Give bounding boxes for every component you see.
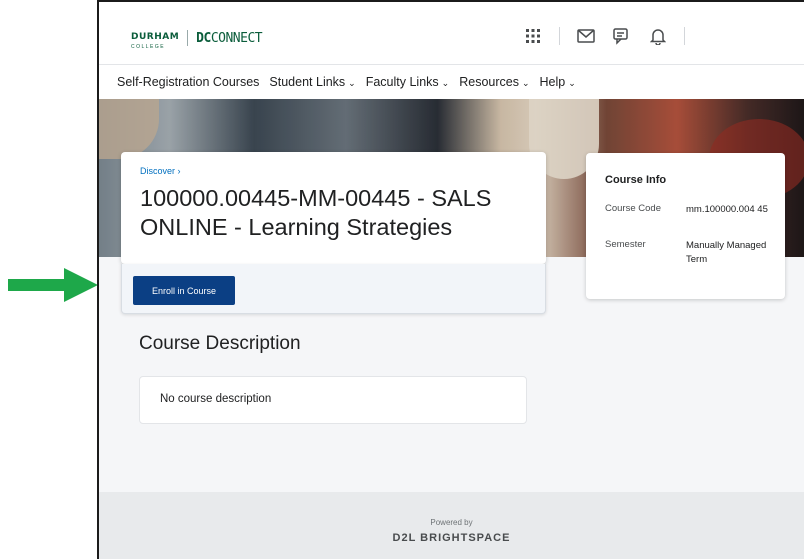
- icon-divider: [559, 27, 560, 45]
- chat-icon[interactable]: [612, 26, 632, 46]
- main-nav: Self-Registration Courses Student Links ⌄…: [99, 65, 804, 99]
- header-icons: [523, 26, 701, 46]
- bell-icon[interactable]: [648, 26, 668, 46]
- nav-self-registration[interactable]: Self-Registration Courses: [117, 75, 259, 89]
- course-description-text: No course description: [160, 393, 272, 405]
- mail-icon[interactable]: [576, 26, 596, 46]
- nav-faculty-links[interactable]: Faculty Links ⌄: [366, 75, 450, 89]
- d2l-brightspace-logo[interactable]: D2L BRIGHTSPACE: [99, 532, 804, 544]
- chevron-down-icon: ⌄: [568, 78, 576, 88]
- enroll-in-course-button[interactable]: Enroll in Course: [133, 276, 235, 305]
- breadcrumb-discover[interactable]: Discover ›: [140, 166, 181, 176]
- browser-frame: DURHAM COLLEGE DCCONNECT Self-Registrati…: [97, 0, 804, 559]
- semester-label: Semester: [605, 239, 646, 250]
- logo-divider: [187, 30, 189, 46]
- powered-by-text: Powered by: [430, 518, 473, 527]
- nav-student-links[interactable]: Student Links ⌄: [269, 75, 355, 89]
- durham-college-logo: DURHAM COLLEGE: [131, 32, 180, 51]
- apps-grid-icon[interactable]: [523, 26, 543, 46]
- dc-connect-logo[interactable]: DURHAM COLLEGE DCCONNECT: [131, 26, 263, 51]
- dc-connect-wordmark: DCCONNECT: [196, 30, 263, 46]
- chevron-down-icon: ⌄: [441, 78, 450, 88]
- nav-help[interactable]: Help ⌄: [540, 75, 576, 89]
- nav-resources[interactable]: Resources ⌄: [459, 75, 529, 89]
- chevron-down-icon: ⌄: [348, 78, 356, 88]
- semester-row: Semester Manually Managed Term: [605, 239, 771, 267]
- course-code-label: Course Code: [605, 203, 661, 214]
- course-info-card: Course Info Course Code mm.100000.004 45…: [586, 153, 785, 299]
- enroll-bar: Enroll in Course: [121, 264, 546, 314]
- course-code-row: Course Code mm.100000.004 45: [605, 203, 771, 217]
- course-description-box: No course description: [139, 376, 527, 424]
- pointer-arrow-icon: [8, 268, 98, 302]
- semester-value: Manually Managed Term: [686, 240, 767, 265]
- top-bar: DURHAM COLLEGE DCCONNECT: [99, 2, 804, 65]
- course-description-heading: Course Description: [139, 333, 301, 354]
- icon-divider: [684, 27, 685, 45]
- chevron-down-icon: ⌄: [521, 78, 530, 88]
- footer: Powered by D2L BRIGHTSPACE: [99, 492, 804, 559]
- course-info-title: Course Info: [605, 174, 667, 186]
- course-code-value: mm.100000.004 45: [686, 204, 768, 215]
- course-title: 100000.00445-MM-00445 - SALS ONLINE - Le…: [140, 185, 492, 240]
- course-header-card: Discover › 100000.00445-MM-00445 - SALS …: [121, 152, 546, 264]
